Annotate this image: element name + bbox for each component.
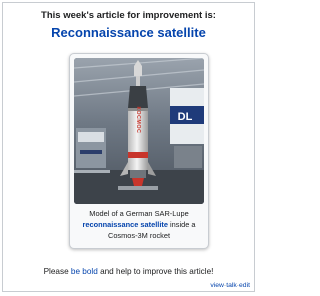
improvement-call-to-action: Please be bold and help to improve this …	[3, 267, 254, 276]
caption-suffix: Cosmos-3M rocket	[107, 231, 170, 240]
article-photo[interactable]: DL КОСМОС	[74, 58, 204, 204]
image-thumbnail: DL КОСМОС Model of a German SAR-Lupe rec…	[69, 53, 209, 249]
rocket-exhibit-image: DL КОСМОС	[74, 58, 204, 204]
panel-heading: This week's article for improvement is:	[41, 10, 216, 21]
edit-link[interactable]: edit	[239, 282, 250, 289]
view-talk-edit-links: view·talk·edit	[210, 282, 250, 289]
talk-link[interactable]: talk	[226, 282, 237, 289]
article-for-improvement-panel: This week's article for improvement is: …	[2, 2, 255, 292]
be-bold-link[interactable]: be bold	[71, 267, 98, 276]
article-title-link[interactable]: Reconnaissance satellite	[3, 25, 254, 40]
caption-link-reconnaissance-satellite[interactable]: reconnaissance satellite	[83, 220, 168, 229]
footer-suffix: and help to improve this article!	[100, 267, 214, 276]
footer-prefix: Please	[43, 267, 69, 276]
caption-prefix: Model of a German SAR-Lupe	[89, 209, 189, 218]
caption-middle: inside a	[170, 220, 196, 229]
banner-text: DL	[178, 111, 193, 123]
view-link[interactable]: view	[210, 282, 224, 289]
image-caption: Model of a German SAR-Lupe reconnaissanc…	[74, 208, 204, 241]
rocket-lettering: КОСМОС	[135, 107, 141, 134]
